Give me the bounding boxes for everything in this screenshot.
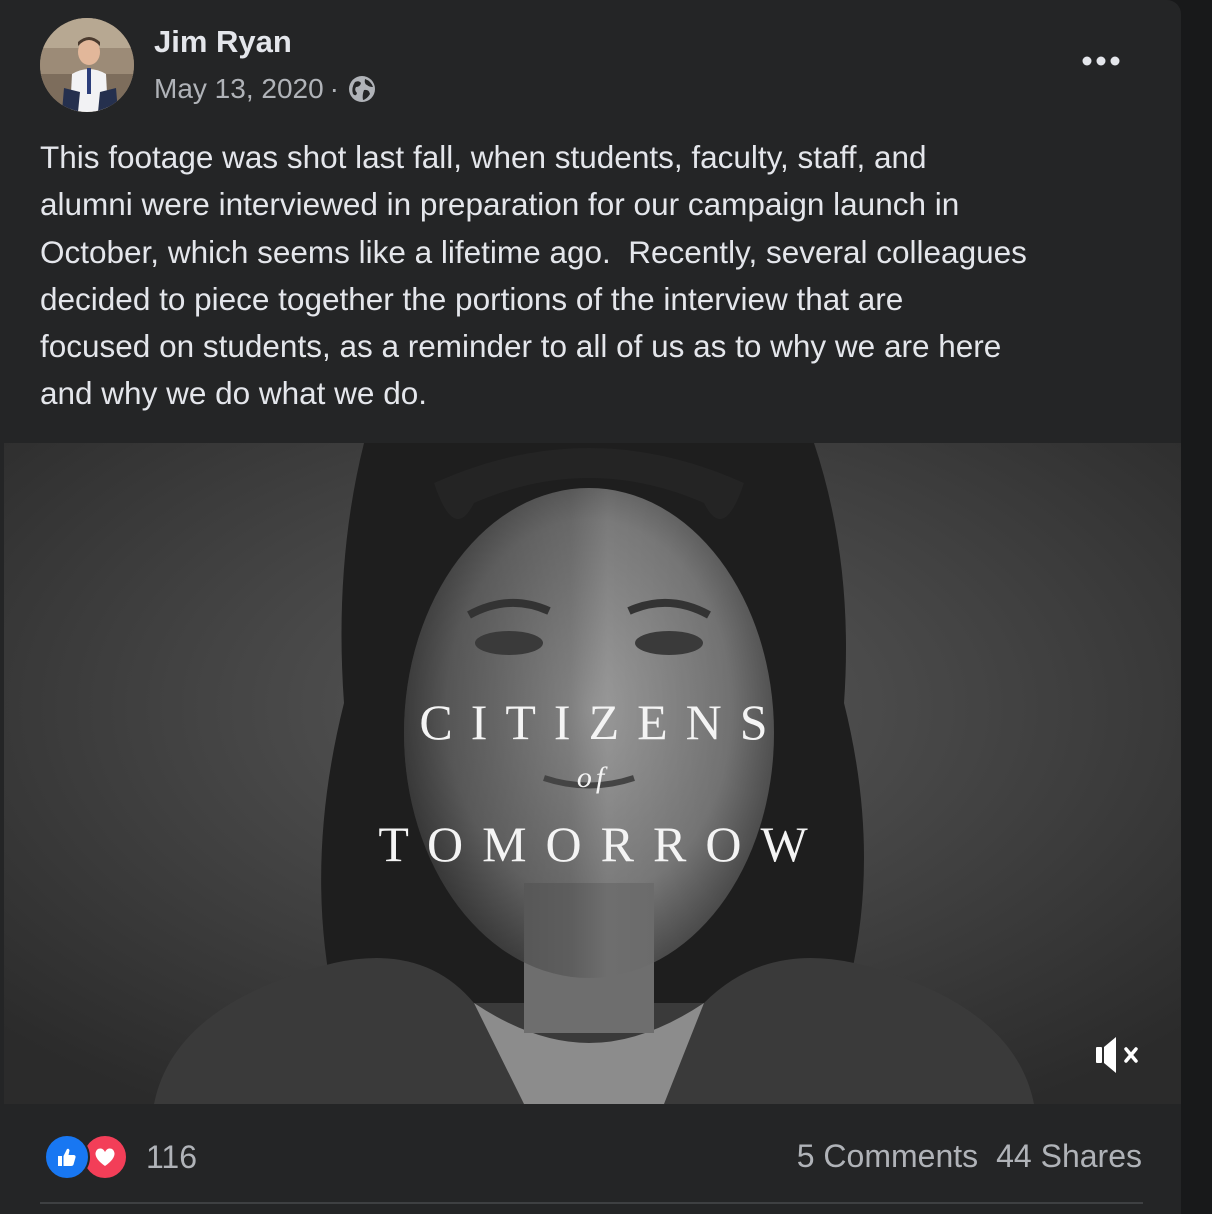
comments-count-link[interactable]: 5 Comments bbox=[797, 1138, 978, 1175]
like-reaction-icon bbox=[44, 1134, 90, 1180]
meta-separator: · bbox=[329, 73, 339, 104]
mute-toggle-button[interactable] bbox=[1092, 1033, 1148, 1077]
globe-icon bbox=[347, 74, 377, 104]
reaction-count: 116 bbox=[146, 1138, 198, 1175]
more-options-button[interactable] bbox=[1076, 48, 1126, 74]
video-player[interactable]: CITIZENS of TOMORROW bbox=[4, 443, 1181, 1104]
engagement-counts: 5 Comments 44 Shares bbox=[797, 1138, 1142, 1175]
author-name[interactable]: Jim Ryan bbox=[154, 24, 292, 60]
footer-divider bbox=[40, 1202, 1143, 1204]
reactions-summary[interactable]: 116 bbox=[44, 1134, 197, 1180]
video-title-of: of bbox=[576, 761, 609, 794]
speaker-muted-icon bbox=[1096, 1037, 1138, 1073]
video-title-citizens: CITIZENS bbox=[419, 694, 786, 750]
post-date[interactable]: May 13, 2020 bbox=[154, 73, 324, 105]
post-card: Jim Ryan May 13, 2020 · This footage was… bbox=[0, 0, 1181, 1214]
author-avatar[interactable] bbox=[40, 18, 134, 112]
video-title-tomorrow: TOMORROW bbox=[378, 816, 827, 872]
shares-count-link[interactable]: 44 Shares bbox=[996, 1138, 1142, 1175]
more-options-icon bbox=[1082, 56, 1120, 66]
post-message: This footage was shot last fall, when st… bbox=[40, 139, 1027, 412]
post-meta: May 13, 2020 · bbox=[154, 73, 377, 105]
post-footer: 116 5 Comments 44 Shares bbox=[0, 1104, 1181, 1214]
